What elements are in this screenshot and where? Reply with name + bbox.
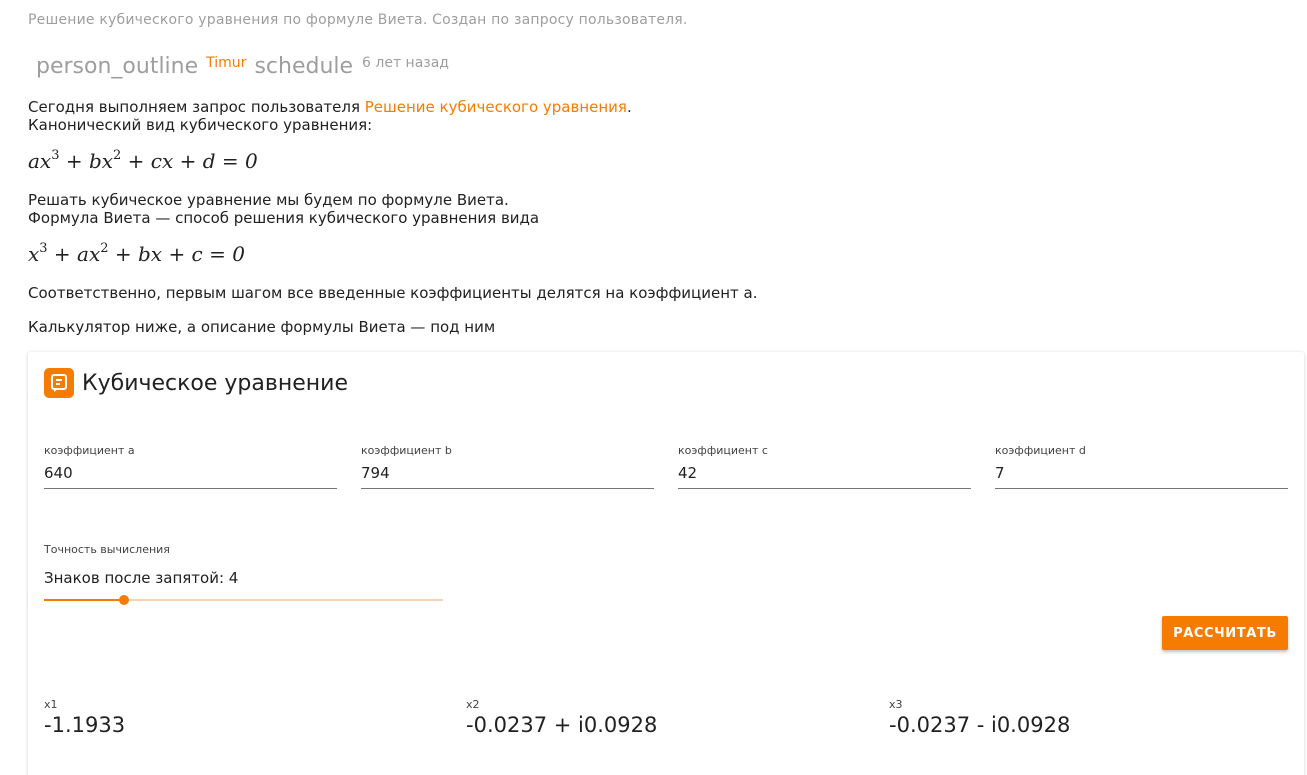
coefficient-a-field: коэффициент a: [44, 444, 337, 489]
intro-period: .: [626, 98, 632, 116]
formula-part: + bx + c = 0: [108, 242, 245, 266]
coefficient-c-input[interactable]: [678, 462, 971, 489]
coefficient-d-input[interactable]: [995, 462, 1288, 489]
post-meta: person_outline Timur schedule 6 лет наза…: [36, 54, 449, 79]
precision-value: Знаков после запятой: 4: [44, 569, 239, 587]
coefficient-d-label: коэффициент d: [995, 444, 1086, 457]
result-x2-value: -0.0237 + i0.0928: [466, 713, 658, 737]
coefficient-b-field: коэффициент b: [361, 444, 654, 489]
coefficient-d-field: коэффициент d: [995, 444, 1288, 489]
precision-label: Точность вычисления: [44, 543, 170, 556]
schedule-icon: schedule: [254, 54, 354, 79]
precision-control: Точность вычисления Знаков после запятой…: [44, 543, 443, 607]
result-x2: x2 -0.0237 + i0.0928: [466, 698, 657, 737]
page: Решение кубического уравнения по формуле…: [0, 0, 1307, 775]
intro-text: Сегодня выполняем запрос пользователя: [28, 98, 365, 116]
result-x3-value: -0.0237 - i0.0928: [889, 713, 1071, 737]
intro-paragraph: Сегодня выполняем запрос пользователя Ре…: [28, 98, 632, 134]
formula-canonical: ax3 + bx2 + cx + d = 0: [28, 148, 258, 173]
coefficient-b-input[interactable]: [361, 462, 654, 489]
result-x3: x3 -0.0237 - i0.0928: [889, 698, 1070, 737]
person-outline-icon: person_outline: [36, 54, 199, 79]
vieta-paragraph: Решать кубическое уравнение мы будем по …: [28, 191, 539, 227]
result-x2-label: x2: [466, 698, 480, 711]
formula-part: ax: [28, 149, 52, 173]
formula-vieta: x3 + ax2 + bx + c = 0: [28, 241, 245, 266]
coefficient-a-label: коэффициент a: [44, 444, 135, 457]
calculator-title: Кубическое уравнение: [82, 370, 348, 396]
calculator-icon: [44, 368, 74, 398]
result-x1: x1 -1.1933: [44, 698, 125, 737]
calculator-note: Калькулятор ниже, а описание формулы Вие…: [28, 318, 496, 336]
request-link[interactable]: Решение кубического уравнения: [365, 98, 627, 116]
author-link[interactable]: Timur: [206, 55, 246, 71]
formula-part: x: [28, 242, 40, 266]
result-x1-value: -1.1933: [44, 713, 126, 737]
formula-part: + ax: [47, 242, 101, 266]
coefficient-b-label: коэффициент b: [361, 444, 452, 457]
precision-slider[interactable]: [44, 593, 443, 607]
formula-part: + cx + d = 0: [121, 149, 258, 173]
result-x1-label: x1: [44, 698, 58, 711]
vieta-text: Решать кубическое уравнение мы будем по …: [28, 191, 509, 209]
slider-thumb[interactable]: [118, 595, 129, 605]
division-paragraph: Соответственно, первым шагом все введенн…: [28, 284, 758, 302]
result-x3-label: x3: [889, 698, 903, 711]
slider-fill: [44, 599, 124, 601]
coefficient-c-field: коэффициент c: [678, 444, 971, 489]
formula-exponent: 3: [39, 241, 48, 256]
vieta-form-text: Формула Виета — способ решения кубическо…: [28, 209, 540, 227]
calculator-card: Кубическое уравнение коэффициент a коэфф…: [28, 352, 1304, 775]
calculate-button[interactable]: РАССЧИТАТЬ: [1162, 616, 1288, 650]
calculator-header: Кубическое уравнение: [44, 368, 348, 398]
post-time: 6 лет назад: [362, 55, 449, 71]
canonical-form-text: Канонический вид кубического уравнения:: [28, 116, 373, 134]
formula-exponent: 2: [100, 241, 109, 256]
page-subtitle: Решение кубического уравнения по формуле…: [28, 12, 688, 28]
coefficient-c-label: коэффициент c: [678, 444, 768, 457]
formula-part: + bx: [59, 149, 114, 173]
coefficient-a-input[interactable]: [44, 462, 337, 489]
